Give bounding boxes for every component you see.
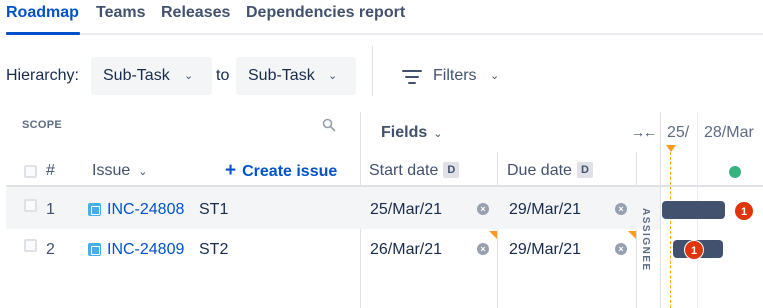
hierarchy-to-label: to [216,67,230,84]
issue-key-link[interactable]: INC-24809 [107,241,184,259]
issue-column-header[interactable]: Issue ⌄ [92,162,147,181]
tab-teams[interactable]: Teams [96,2,146,24]
hierarchy-label: Hierarchy: [6,67,79,84]
chevron-down-icon: ⌄ [433,128,443,140]
hierarchy-from-value: Sub-Task [103,67,170,84]
plus-icon: + [225,160,237,181]
subtask-icon [88,243,101,256]
due-date-value[interactable]: 29/Mar/21 [509,241,581,259]
row-checkbox[interactable] [24,199,37,212]
number-column-header: # [46,162,55,179]
hierarchy-from-select[interactable]: Sub-Task ⌄ [91,57,212,95]
start-date-value[interactable]: 25/Mar/21 [370,201,442,219]
start-date-column-divider [497,152,498,308]
release-marker-icon[interactable] [729,166,741,178]
subtask-icon [88,203,101,216]
timeline-date-label: 25/ [667,124,690,141]
scope-title: SCOPE [22,119,63,131]
field-changed-flag-icon [628,231,636,239]
date-type-badge: D [576,162,593,178]
filters-label: Filters [433,67,477,84]
nav-tabs: Roadmap Teams Releases Dependencies repo… [0,0,763,36]
select-all-checkbox[interactable] [24,165,37,178]
chevron-down-icon: ⌄ [138,166,148,178]
tabs-divider [6,33,763,35]
due-date-label: Due date [507,162,572,179]
clear-icon[interactable]: × [477,243,489,255]
timeline-divider [660,112,661,308]
issue-summary: ST2 [199,241,229,258]
hierarchy-to-value: Sub-Task [248,67,315,84]
row-number: 1 [46,201,55,218]
clear-icon[interactable]: × [615,243,627,255]
clear-icon[interactable]: × [615,203,627,215]
tab-releases[interactable]: Releases [161,2,230,24]
chevron-down-icon: ⌄ [328,70,338,82]
start-date-value[interactable]: 26/Mar/21 [370,241,442,259]
warning-count-badge[interactable]: 1 [734,201,754,221]
clear-icon[interactable]: × [477,203,489,215]
active-tab-indicator [6,32,80,35]
fields-label: Fields [381,124,428,141]
today-line [670,152,671,308]
issue-key-link[interactable]: INC-24808 [107,201,184,219]
assignee-column-label: ASSIGNEE [640,208,651,272]
chevron-down-icon: ⌄ [490,70,500,82]
collapse-fields-icon[interactable]: →← [631,124,657,140]
today-marker-icon [666,145,676,152]
chevron-down-icon: ⌄ [184,70,194,82]
hierarchy-to-select[interactable]: Sub-Task ⌄ [236,57,356,95]
fields-button[interactable]: Fields ⌄ [381,124,442,142]
row-number: 2 [46,241,55,258]
due-date-value[interactable]: 29/Mar/21 [509,201,581,219]
create-issue-button[interactable]: + Create issue [225,160,338,181]
field-changed-flag-icon [489,231,497,239]
search-icon[interactable] [322,118,336,132]
tab-roadmap[interactable]: Roadmap [6,2,79,24]
warning-count-badge[interactable]: 1 [684,240,704,260]
issue-summary: ST1 [199,201,229,218]
date-type-badge: D [443,162,460,178]
filter-icon [402,70,422,84]
create-issue-label: Create issue [242,163,338,180]
start-date-column-header[interactable]: Start date D [369,162,460,180]
tab-dependencies-report[interactable]: Dependencies report [246,2,405,24]
issue-column-label: Issue [92,162,131,179]
due-date-column-header[interactable]: Due date D [507,162,593,180]
start-date-label: Start date [369,162,439,179]
timeline-date-label: 28/Mar [704,124,754,141]
row-checkbox[interactable] [24,239,37,252]
timeline-bar[interactable] [662,201,725,219]
toolbar-separator [372,46,373,96]
